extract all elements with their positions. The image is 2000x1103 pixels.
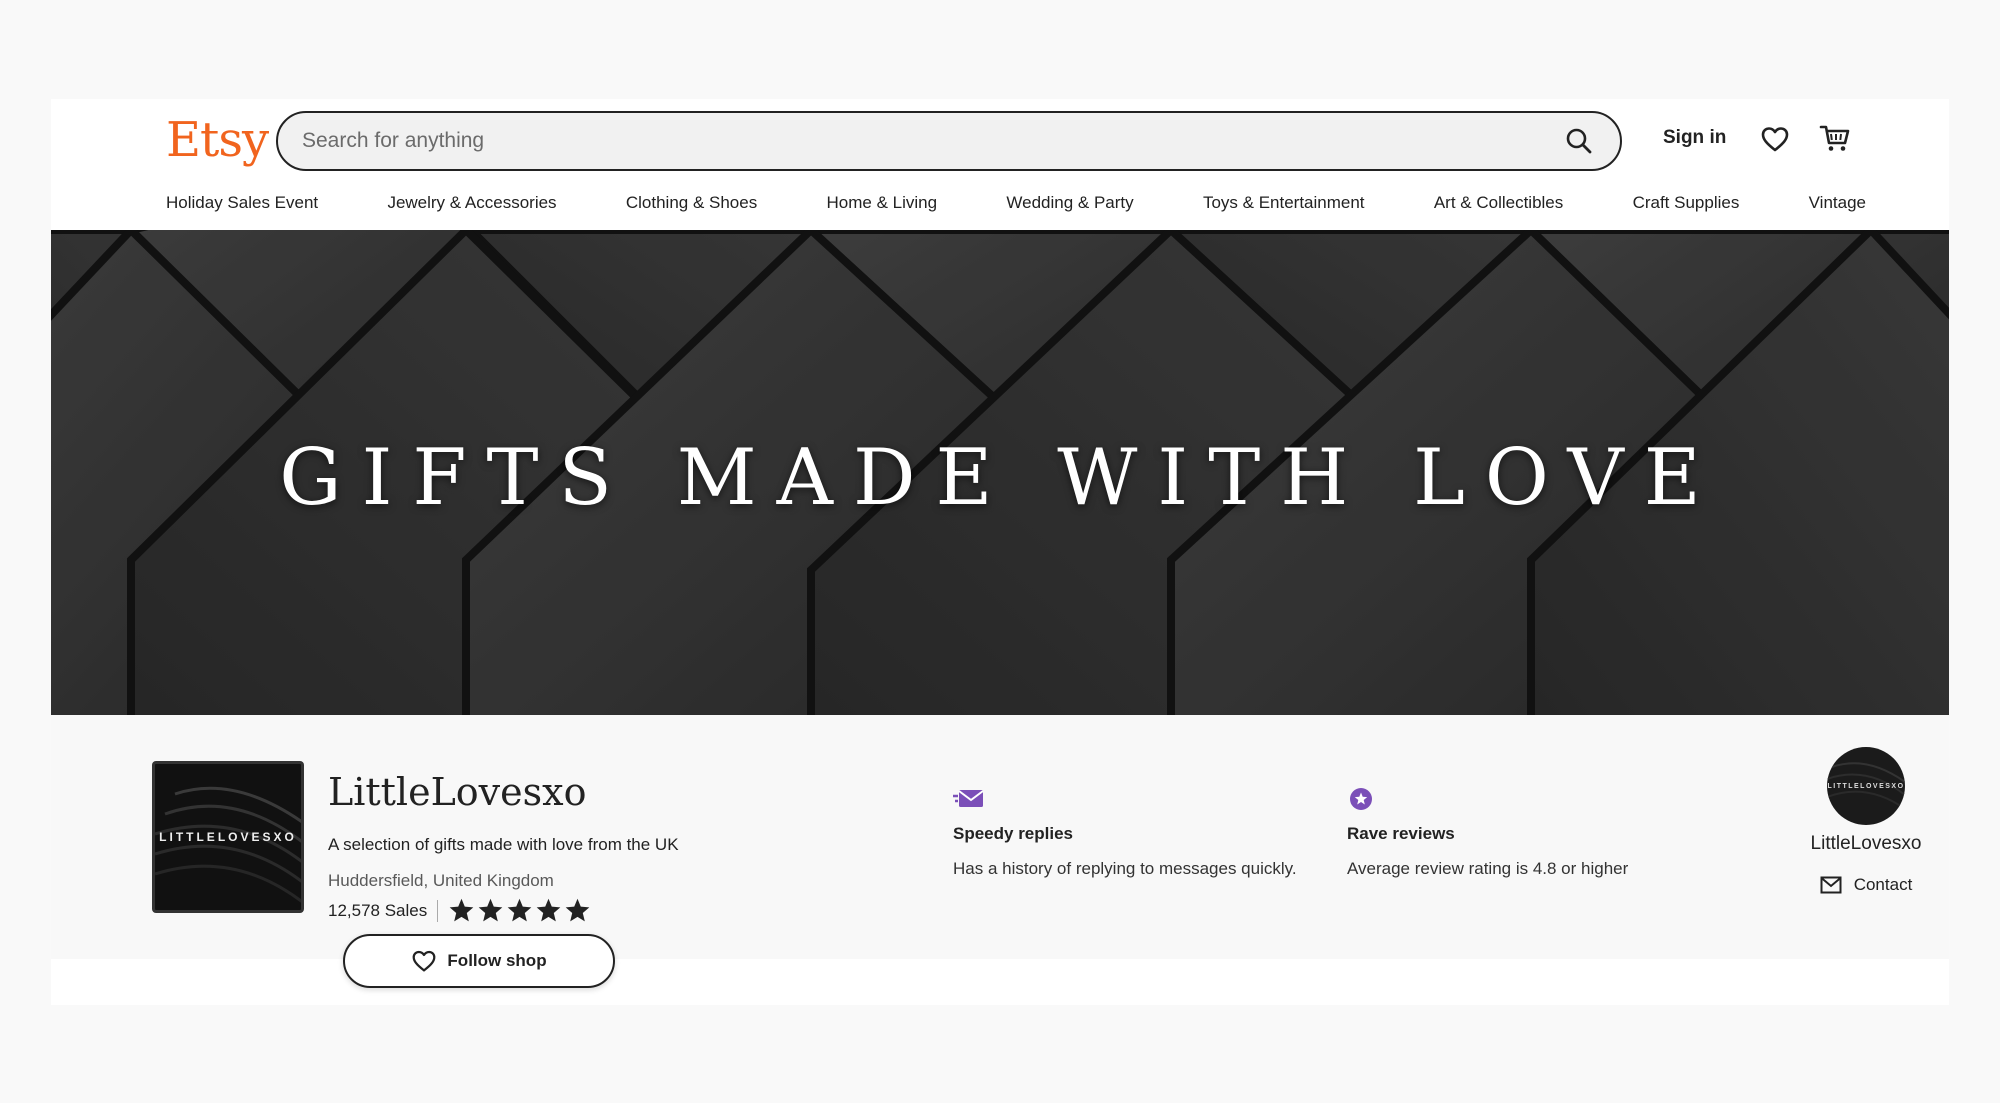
- envelope-speed-icon: [953, 790, 984, 807]
- star-icon: [536, 898, 561, 922]
- category-link-home-living[interactable]: Home & Living: [827, 193, 938, 213]
- sign-in-link[interactable]: Sign in: [1663, 127, 1726, 149]
- category-link-wedding[interactable]: Wedding & Party: [1006, 193, 1133, 213]
- shop-sales-rating: 12,578 Sales: [328, 897, 591, 924]
- heart-icon[interactable]: [1760, 124, 1790, 154]
- shop-info-section: LITTLELOVESXO LittleLovesxo A selection …: [51, 715, 1949, 988]
- avatar-text: LITTLELOVESXO: [1827, 782, 1905, 790]
- shop-logo[interactable]: LITTLELOVESXO: [152, 761, 304, 913]
- shop-name: LittleLovesxo: [328, 770, 587, 814]
- search-bar: [276, 111, 1622, 171]
- banner-headline: GIFTS MADE WITH LOVE: [279, 432, 1721, 523]
- star-icon: [565, 898, 590, 922]
- envelope-icon: [1820, 876, 1842, 894]
- site-header: Etsy Sign in Holiday Sales Event J: [51, 99, 1949, 230]
- etsy-logo[interactable]: Etsy: [166, 109, 269, 171]
- star-rating[interactable]: [448, 897, 591, 924]
- category-link-holiday-sales[interactable]: Holiday Sales Event: [166, 193, 318, 213]
- search-icon: [1566, 128, 1592, 154]
- category-link-clothing[interactable]: Clothing & Shoes: [626, 193, 757, 213]
- search-button[interactable]: [1550, 113, 1608, 169]
- category-link-art[interactable]: Art & Collectibles: [1434, 193, 1563, 213]
- badge-subtitle: Average review rating is 4.8 or higher: [1347, 859, 1629, 878]
- heart-icon: [413, 950, 436, 972]
- contact-label: Contact: [1853, 875, 1913, 894]
- avatar[interactable]: LITTLELOVESXO: [1827, 747, 1905, 825]
- shop-owner: LITTLELOVESXO LittleLovesxo Contact: [1751, 747, 1981, 895]
- badge-rave-reviews: Rave reviews Average review rating is 4.…: [1347, 787, 1628, 879]
- category-nav: Holiday Sales Event Jewelry & Accessorie…: [166, 193, 1866, 213]
- owner-name[interactable]: LittleLovesxo: [1751, 833, 1981, 855]
- category-link-jewelry[interactable]: Jewelry & Accessories: [387, 193, 556, 213]
- star-icon: [507, 898, 532, 922]
- shop-banner: GIFTS MADE WITH LOVE: [51, 230, 1949, 715]
- badge-title: Speedy replies: [953, 824, 1074, 843]
- shop-location: Huddersfield, United Kingdom: [328, 871, 554, 890]
- category-link-toys[interactable]: Toys & Entertainment: [1203, 193, 1365, 213]
- follow-shop-label: Follow shop: [447, 951, 547, 970]
- contact-button[interactable]: Contact: [1751, 875, 1981, 895]
- category-link-vintage[interactable]: Vintage: [1809, 193, 1866, 213]
- star-icon: [449, 898, 474, 922]
- shop-sales-count[interactable]: 12,578 Sales: [328, 901, 427, 921]
- badge-title: Rave reviews: [1347, 824, 1455, 843]
- cart-icon[interactable]: [1819, 122, 1851, 154]
- category-link-craft[interactable]: Craft Supplies: [1633, 193, 1740, 213]
- search-input[interactable]: [278, 129, 1550, 153]
- divider: [437, 899, 439, 922]
- shop-description: A selection of gifts made with love from…: [328, 835, 679, 854]
- star-icon: [478, 898, 503, 922]
- star-badge-icon: [1350, 788, 1372, 810]
- follow-shop-button[interactable]: Follow shop: [343, 934, 615, 988]
- shop-logo-text: LITTLELOVESXO: [159, 830, 297, 844]
- badge-subtitle: Has a history of replying to messages qu…: [953, 859, 1297, 878]
- badge-speedy-replies: Speedy replies Has a history of replying…: [953, 787, 1297, 879]
- page-frame: Etsy Sign in Holiday Sales Event J: [51, 99, 1949, 1005]
